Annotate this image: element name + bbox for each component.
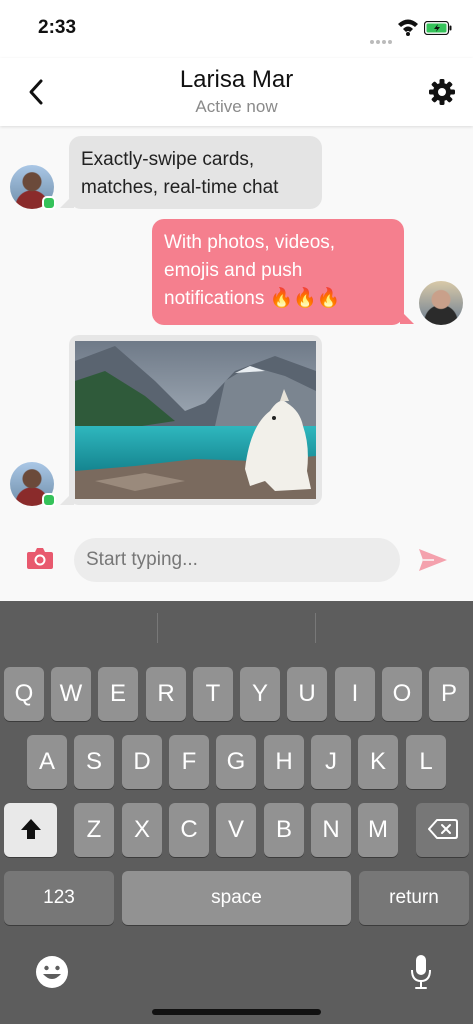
status-time: 2:33: [38, 17, 77, 38]
key-s[interactable]: S: [74, 735, 114, 789]
message-photo[interactable]: [69, 335, 322, 505]
shift-icon: [20, 818, 41, 839]
key-w[interactable]: W: [51, 667, 91, 721]
key-x[interactable]: X: [122, 803, 162, 857]
key-u[interactable]: U: [287, 667, 327, 721]
gear-icon[interactable]: [428, 78, 456, 106]
online-indicator: [42, 196, 56, 210]
backspace-icon: [427, 818, 458, 839]
emoji-icon[interactable]: [35, 955, 69, 989]
wifi-icon: [398, 19, 418, 36]
keyboard: Q W E R T Y U I O P A S D F G H J K L Z …: [0, 601, 473, 1024]
key-d[interactable]: D: [122, 735, 162, 789]
bubble-tail: [400, 310, 414, 324]
my-avatar[interactable]: [419, 281, 463, 325]
key-t[interactable]: T: [193, 667, 233, 721]
key-p[interactable]: P: [429, 667, 469, 721]
message-input[interactable]: [74, 538, 400, 582]
key-c[interactable]: C: [169, 803, 209, 857]
message-bubble-incoming[interactable]: Exactly-swipe cards, matches, real-time …: [69, 136, 322, 209]
key-m[interactable]: M: [358, 803, 398, 857]
contact-status: Active now: [195, 97, 278, 116]
key-i[interactable]: I: [335, 667, 375, 721]
key-l[interactable]: L: [406, 735, 446, 789]
home-indicator: [152, 1009, 321, 1015]
key-a[interactable]: A: [27, 735, 67, 789]
shift-key[interactable]: [4, 803, 57, 857]
key-y[interactable]: Y: [240, 667, 280, 721]
battery-icon: [424, 21, 452, 35]
contact-name: Larisa Mar: [179, 66, 294, 93]
key-v[interactable]: V: [216, 803, 256, 857]
key-r[interactable]: R: [146, 667, 186, 721]
chat-header: Larisa Mar Active now: [0, 58, 473, 126]
key-k[interactable]: K: [358, 735, 398, 789]
status-bar: 2:33: [0, 0, 473, 58]
key-q[interactable]: Q: [4, 667, 44, 721]
suggestion-divider: [315, 613, 316, 643]
return-key[interactable]: return: [359, 871, 469, 925]
send-icon[interactable]: [418, 548, 448, 572]
photo-dog-lake: [75, 341, 316, 499]
camera-icon[interactable]: [26, 546, 54, 570]
key-j[interactable]: J: [311, 735, 351, 789]
key-h[interactable]: H: [264, 735, 304, 789]
key-b[interactable]: B: [264, 803, 304, 857]
space-key[interactable]: space: [122, 871, 351, 925]
backspace-key[interactable]: [416, 803, 469, 857]
key-z[interactable]: Z: [74, 803, 114, 857]
key-g[interactable]: G: [216, 735, 256, 789]
key-n[interactable]: N: [311, 803, 351, 857]
key-o[interactable]: O: [382, 667, 422, 721]
suggestion-divider: [157, 613, 158, 643]
online-indicator: [42, 493, 56, 507]
microphone-icon[interactable]: [408, 953, 434, 991]
message-bubble-outgoing[interactable]: With photos, videos, emojis and push not…: [152, 219, 404, 325]
signal-icon: [370, 31, 394, 49]
key-f[interactable]: F: [169, 735, 209, 789]
numbers-key[interactable]: 123: [4, 871, 114, 925]
key-e[interactable]: E: [98, 667, 138, 721]
